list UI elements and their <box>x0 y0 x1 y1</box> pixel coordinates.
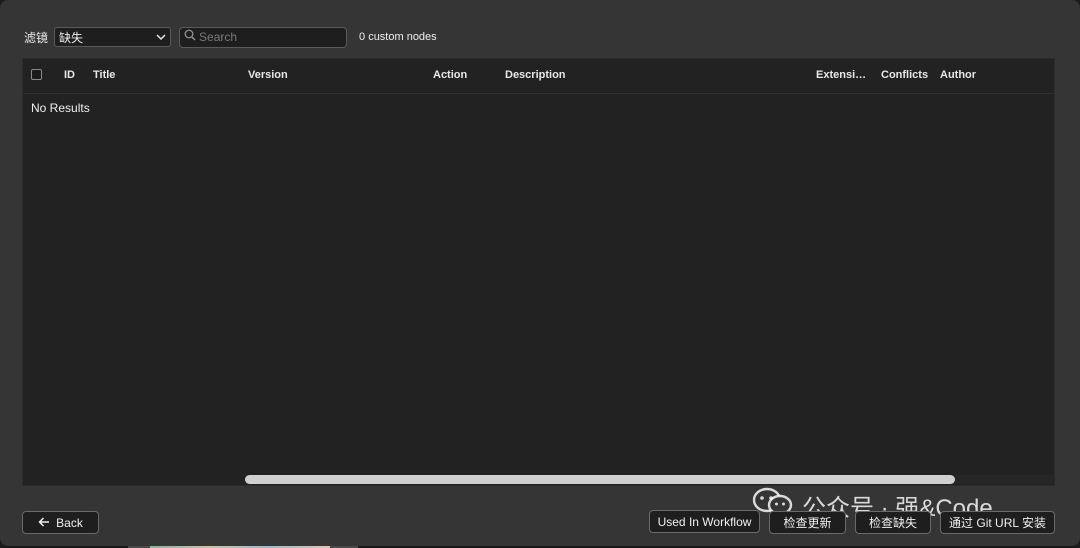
install-git-url-label: 通过 Git URL 安装 <box>949 516 1046 530</box>
column-header-author[interactable]: Author <box>940 69 976 81</box>
node-count: 0 custom nodes <box>359 31 437 43</box>
column-header-title[interactable]: Title <box>93 69 115 81</box>
used-in-workflow-label: Used In Workflow <box>657 514 752 529</box>
back-button-label: Back <box>56 515 83 530</box>
horizontal-scrollbar-thumb[interactable] <box>245 475 955 484</box>
column-header-action[interactable]: Action <box>433 69 467 81</box>
check-update-button[interactable]: 检查更新 <box>769 511 846 534</box>
search-box <box>179 26 348 48</box>
column-header-description[interactable]: Description <box>505 69 566 81</box>
column-header-id[interactable]: ID <box>64 69 75 81</box>
filter-label: 滤镜 <box>24 30 49 45</box>
empty-state-text: No Results <box>31 101 90 115</box>
search-icon <box>184 28 196 46</box>
install-git-url-button[interactable]: 通过 Git URL 安装 <box>940 511 1055 534</box>
nodes-table: ID Title Version Action Description Exte… <box>22 58 1055 486</box>
filter-select[interactable]: 缺失 <box>54 27 172 47</box>
custom-nodes-manager-dialog: 滤镜 缺失 0 custom nodes ID Title Version Ac… <box>0 0 1080 546</box>
column-header-version[interactable]: Version <box>248 69 288 81</box>
search-input[interactable] <box>199 30 340 44</box>
column-header-extensions[interactable]: Extensi… <box>816 69 866 81</box>
check-missing-button[interactable]: 检查缺失 <box>855 511 931 534</box>
chevron-down-icon <box>156 31 166 46</box>
column-header-conflicts[interactable]: Conflicts <box>881 69 928 81</box>
arrow-left-icon <box>38 516 50 530</box>
check-missing-label: 检查缺失 <box>868 516 917 530</box>
back-button[interactable]: Back <box>22 511 99 534</box>
toolbar: 滤镜 缺失 0 custom nodes <box>24 26 437 48</box>
used-in-workflow-button[interactable]: Used In Workflow <box>649 510 760 533</box>
select-all-checkbox[interactable] <box>31 69 42 80</box>
table-header: ID Title Version Action Description Exte… <box>23 59 1054 94</box>
filter-selected-value: 缺失 <box>59 30 84 45</box>
check-update-label: 检查更新 <box>783 516 832 530</box>
